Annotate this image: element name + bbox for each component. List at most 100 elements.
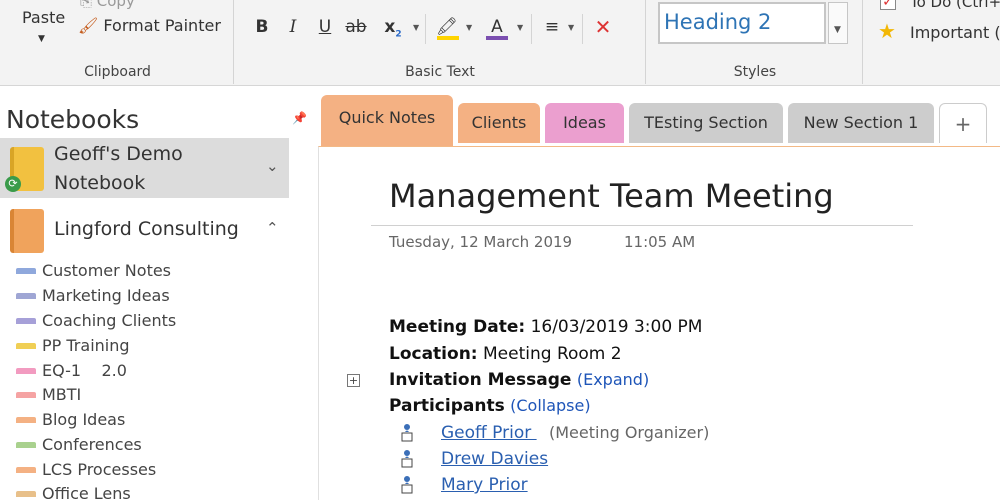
ribbon-divider xyxy=(233,0,234,84)
align-left-icon: ≡ xyxy=(544,17,560,37)
format-painter-label: Format Painter xyxy=(103,16,221,35)
section-marketing-ideas[interactable]: Marketing Ideas xyxy=(16,285,296,309)
styles-more-icon[interactable]: ▼ xyxy=(834,25,841,35)
highlighter-icon: 🖍 xyxy=(436,17,458,37)
tag-important-label: Important ( xyxy=(910,23,1000,42)
pin-icon[interactable]: 📌 xyxy=(292,111,307,125)
tag-todo[interactable]: ✓ To Do (Ctrl+ xyxy=(880,0,1000,14)
ribbon-divider xyxy=(645,0,646,84)
invitation-label: Invitation Message xyxy=(389,370,572,390)
section-conferences[interactable]: Conferences xyxy=(16,434,296,458)
tag-todo-label: To Do (Ctrl+ xyxy=(910,0,1000,11)
tab-ideas[interactable]: Ideas xyxy=(545,103,624,143)
tab-quick-notes[interactable]: Quick Notes xyxy=(321,95,453,147)
add-section-button[interactable]: + xyxy=(939,103,987,143)
location-label: Location: xyxy=(389,344,478,364)
section-label: LCS Processes xyxy=(42,460,157,479)
section-pp-training[interactable]: PP Training xyxy=(16,335,296,359)
ribbon-divider xyxy=(862,0,863,84)
font-color-dropdown-icon[interactable]: ▼ xyxy=(517,23,523,32)
participants-label: Participants xyxy=(389,396,505,416)
notebook-icon xyxy=(10,209,44,253)
section-mbti[interactable]: MBTI xyxy=(16,384,296,408)
section-color-icon xyxy=(16,467,36,473)
expand-box-icon[interactable]: + xyxy=(347,374,360,387)
chevron-up-icon[interactable]: ⌃ xyxy=(266,219,279,237)
section-color-icon xyxy=(16,392,36,398)
section-lcs-processes[interactable]: LCS Processes xyxy=(16,459,296,483)
section-office-lens[interactable]: Office Lens xyxy=(16,483,296,500)
subscript-button[interactable]: x2 xyxy=(380,14,406,40)
subscript-label: x xyxy=(384,17,396,37)
participants-collapse-link[interactable]: (Collapse) xyxy=(510,396,590,415)
format-painter-button[interactable]: 🖌 Format Painter xyxy=(78,16,221,35)
meeting-date-label: Meeting Date: xyxy=(389,317,526,337)
location-line[interactable]: Location: Meeting Room 2 xyxy=(389,344,622,364)
basic-text-group-label: Basic Text xyxy=(405,64,475,80)
page-canvas[interactable]: Management Team Meeting Tuesday, 12 Marc… xyxy=(318,146,1000,500)
section-blog-ideas[interactable]: Blog Ideas xyxy=(16,409,296,433)
section-label: EQ-1 2.0 xyxy=(42,361,127,380)
section-color-icon xyxy=(16,268,36,274)
tab-clients[interactable]: Clients xyxy=(458,103,540,143)
highlight-dropdown-icon[interactable]: ▼ xyxy=(466,23,472,32)
participants-line[interactable]: Participants (Collapse) xyxy=(389,396,591,416)
section-label: Customer Notes xyxy=(42,261,172,280)
section-label: PP Training xyxy=(42,336,130,355)
section-coaching-clients[interactable]: Coaching Clients xyxy=(16,310,296,334)
notebook-geoffs-demo[interactable]: ⟳ Geoff's Demo Notebook ⌄ xyxy=(0,138,289,198)
ribbon-divider xyxy=(531,14,532,44)
paste-dropdown-icon[interactable]: ▼ xyxy=(38,34,45,44)
section-color-icon xyxy=(16,318,36,324)
styles-scroll[interactable]: ▼ xyxy=(828,2,848,44)
section-color-icon xyxy=(16,368,36,374)
invitation-expand-link[interactable]: (Expand) xyxy=(577,370,649,389)
copy-icon: ⎘ xyxy=(80,0,97,10)
title-divider xyxy=(371,225,913,226)
italic-button[interactable]: I xyxy=(280,14,306,40)
section-label: Blog Ideas xyxy=(42,410,126,429)
underline-button[interactable]: U xyxy=(312,14,338,40)
styles-gallery[interactable]: Heading 2 xyxy=(658,2,826,44)
paste-button[interactable]: Paste xyxy=(22,8,65,27)
style-heading-2[interactable]: Heading 2 xyxy=(664,10,771,34)
section-color-icon xyxy=(16,491,36,497)
strikethrough-button[interactable]: ab xyxy=(343,14,369,40)
bold-button[interactable]: B xyxy=(249,14,275,40)
notebook-name: Geoff's Demo xyxy=(54,143,183,165)
participant-name-link[interactable]: Mary Prior xyxy=(441,475,528,495)
align-dropdown-icon[interactable]: ▼ xyxy=(568,23,574,32)
section-label: MBTI xyxy=(42,385,82,404)
clear-formatting-button[interactable]: ✕ xyxy=(590,14,616,40)
paintbrush-icon: 🖌 xyxy=(78,16,99,35)
star-icon: ★ xyxy=(878,19,896,43)
notebook-lingford-consulting[interactable]: Lingford Consulting ⌃ xyxy=(0,203,289,253)
ribbon-divider xyxy=(425,14,426,44)
tab-new-section-1[interactable]: New Section 1 xyxy=(788,103,934,143)
participant-name-link[interactable]: Geoff Prior xyxy=(441,423,537,443)
ribbon-divider xyxy=(582,14,583,44)
location-value: Meeting Room 2 xyxy=(477,344,622,364)
participant-name-link[interactable]: Drew Davies xyxy=(441,449,548,469)
notebook-name: Lingford Consulting xyxy=(54,218,239,240)
subscript-dropdown-icon[interactable]: ▼ xyxy=(413,23,419,32)
notebook-navigation-pane: Notebooks 📌 ⟳ Geoff's Demo Notebook ⌄ Li… xyxy=(0,87,310,500)
participant-note: (Meeting Organizer) xyxy=(549,423,710,442)
section-color-icon xyxy=(16,442,36,448)
notebooks-heading: Notebooks xyxy=(6,105,140,134)
clipboard-group-label: Clipboard xyxy=(84,64,151,80)
tab-testing-section[interactable]: TEsting Section xyxy=(629,103,783,143)
chevron-down-icon[interactable]: ⌄ xyxy=(266,157,279,175)
styles-group-label: Styles xyxy=(733,64,777,80)
page-title[interactable]: Management Team Meeting xyxy=(389,177,834,215)
copy-button[interactable]: ⎘ Copy xyxy=(80,0,135,10)
tag-important[interactable]: ★ Important ( xyxy=(878,19,1000,44)
meeting-date-line[interactable]: Meeting Date: 16/03/2019 3:00 PM xyxy=(389,317,702,337)
section-eq-1[interactable]: EQ-1 2.0 xyxy=(16,360,296,384)
section-label: Office Lens xyxy=(42,484,131,500)
invitation-line[interactable]: Invitation Message (Expand) xyxy=(389,370,649,390)
meeting-date-value: 16/03/2019 3:00 PM xyxy=(525,317,703,337)
person-icon xyxy=(401,450,413,468)
align-button[interactable]: ≡ xyxy=(539,14,565,40)
section-customer-notes[interactable]: Customer Notes xyxy=(16,260,296,284)
